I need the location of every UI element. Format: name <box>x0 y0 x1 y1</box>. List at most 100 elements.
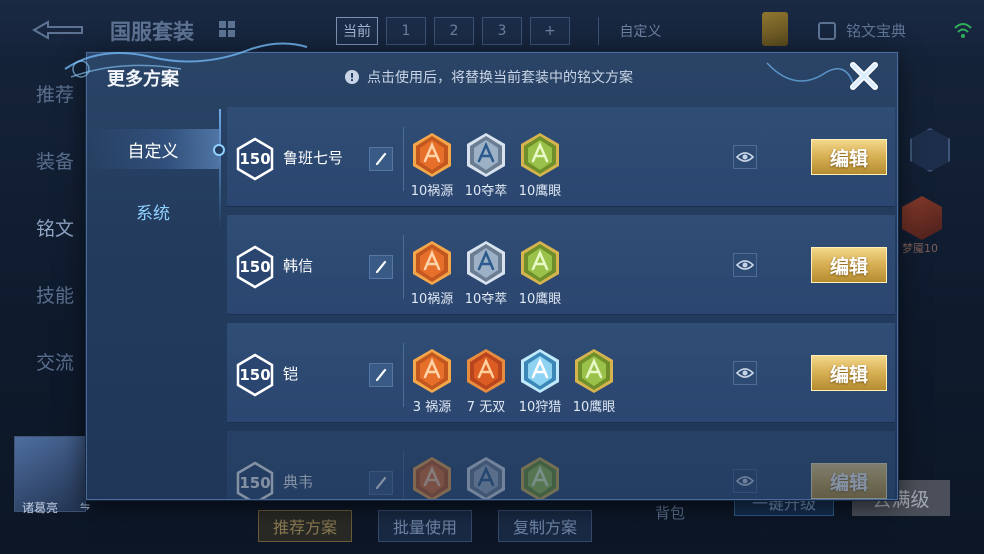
plan-row[interactable]: 150 典韦 编辑 <box>227 431 895 499</box>
tab-custom[interactable]: 自定义 <box>87 129 219 169</box>
plan-row[interactable]: 150 鲁班七号 10祸源 10夺萃 10鹰眼 编辑 <box>227 107 895 207</box>
plan-level: 150 <box>239 366 271 384</box>
row-divider <box>403 451 404 499</box>
rune-blue-icon <box>467 457 505 499</box>
plan-row[interactable]: 150 韩信 10祸源 10夺萃 10鹰眼 编辑 <box>227 215 895 315</box>
plan-name: 典韦 <box>283 473 314 491</box>
copy-plan-button[interactable]: 复制方案 <box>498 510 593 542</box>
rune-set: 10祸源 10夺萃 10鹰眼 <box>409 131 563 199</box>
rune-item[interactable]: 7 无双 <box>463 347 509 415</box>
plan-level: 150 <box>239 150 271 168</box>
plan-list[interactable]: 150 鲁班七号 10祸源 10夺萃 10鹰眼 编辑 150 韩信 10祸源 10夺萃 10鹰眼 编辑… <box>227 107 895 499</box>
bg-tab-3[interactable]: 3 <box>482 17 522 45</box>
rune-set: 10祸源 10夺萃 10鹰眼 <box>409 239 563 307</box>
row-divider <box>403 235 404 299</box>
edit-button[interactable]: 编辑 <box>811 355 887 391</box>
back-arrow-icon[interactable] <box>26 18 86 42</box>
rune-nightmare-label: 梦魇10 <box>902 242 938 255</box>
rune-set: 3 祸源 7 无双 10狩猎 10鹰眼 <box>409 347 617 415</box>
rune-green-icon <box>521 457 559 499</box>
bg-nav-equipment[interactable]: 装备 <box>36 147 74 174</box>
plan-category-nav: 自定义 系统 <box>87 109 227 493</box>
bg-nav-community[interactable]: 交流 <box>36 348 74 375</box>
rune-item[interactable]: 10祸源 <box>409 131 455 199</box>
rune-item[interactable]: 10鹰眼 <box>517 239 563 307</box>
row-divider <box>403 127 404 191</box>
swap-icon[interactable]: ⇋ <box>80 499 90 513</box>
bg-custom-tab[interactable]: 自定义 <box>598 17 682 45</box>
rune-item[interactable] <box>409 455 455 499</box>
tab-system[interactable]: 系统 <box>87 191 219 231</box>
recommend-plan-button[interactable]: 推荐方案 <box>258 510 353 542</box>
rune-label: 7 无双 <box>466 400 506 415</box>
rename-pencil-icon[interactable] <box>369 147 393 171</box>
rune-label: 10祸源 <box>410 292 454 307</box>
edit-button[interactable]: 编辑 <box>811 247 887 283</box>
rune-label: 10鹰眼 <box>518 292 562 307</box>
rune-label: 3 祸源 <box>412 400 452 415</box>
rune-label: 10鹰眼 <box>518 184 562 199</box>
bg-title: 国服套装 <box>110 20 194 44</box>
plan-name: 铠 <box>283 365 299 383</box>
plan-name: 鲁班七号 <box>283 149 344 167</box>
bg-tab-2[interactable]: 2 <box>434 17 474 45</box>
plan-name: 韩信 <box>283 257 314 275</box>
bg-nav-recommend[interactable]: 推荐 <box>36 80 74 107</box>
notice-text: 点击使用后，将替换当前套装中的铭文方案 <box>367 70 633 86</box>
rune-label: 10鹰眼 <box>572 400 616 415</box>
modal-title: 更多方案 <box>107 69 179 90</box>
preview-eye-icon[interactable] <box>733 361 757 385</box>
rename-pencil-icon[interactable] <box>369 363 393 387</box>
preview-eye-icon[interactable] <box>733 145 757 169</box>
rename-pencil-icon[interactable] <box>369 471 393 495</box>
rune-red-icon <box>413 133 451 177</box>
rune-item[interactable]: 10狩猎 <box>517 347 563 415</box>
rune-red2-icon <box>467 349 505 393</box>
rune-item[interactable]: 10夺萃 <box>463 131 509 199</box>
edit-button[interactable]: 编辑 <box>811 139 887 175</box>
bg-tabs: 当前 1 2 3 + <box>336 17 570 45</box>
rune-treasure-label: 铭文宝典 <box>846 22 907 40</box>
bg-nav-runes[interactable]: 铭文 <box>36 214 74 241</box>
hero-name: 诸葛亮 <box>22 501 59 515</box>
preview-eye-icon[interactable] <box>733 469 757 493</box>
bg-tab-current[interactable]: 当前 <box>336 17 378 45</box>
rune-item[interactable] <box>517 455 563 499</box>
rename-pencil-icon[interactable] <box>369 255 393 279</box>
rune-item[interactable]: 10夺萃 <box>463 239 509 307</box>
close-icon[interactable] <box>847 59 881 93</box>
rune-label: 10夺萃 <box>464 292 508 307</box>
rune-red-icon <box>413 349 451 393</box>
row-divider <box>403 343 404 407</box>
rune-item[interactable]: 10祸源 <box>409 239 455 307</box>
plan-level: 150 <box>239 474 271 492</box>
batch-use-button[interactable]: 批量使用 <box>378 510 473 542</box>
info-icon: ! <box>345 70 359 84</box>
bg-tab-add[interactable]: + <box>530 17 570 45</box>
rune-blue-icon <box>467 241 505 285</box>
rune-blue-icon <box>467 133 505 177</box>
rune-item[interactable]: 10鹰眼 <box>571 347 617 415</box>
rune-treasure-link[interactable]: 铭文宝典 <box>818 20 906 41</box>
rune-cyan-icon <box>521 349 559 393</box>
edit-button[interactable]: 编辑 <box>811 463 887 499</box>
decorative-swirl-right-icon <box>766 62 854 84</box>
bg-tab-1[interactable]: 1 <box>386 17 426 45</box>
rune-green-icon <box>521 133 559 177</box>
plan-row[interactable]: 150 铠 3 祸源 7 无双 10狩猎 10鹰眼 编辑 <box>227 323 895 423</box>
bg-left-nav: 推荐 装备 铭文 技能 交流 <box>36 80 74 375</box>
more-plans-modal: 更多方案 ! 点击使用后，将替换当前套装中的铭文方案 自定义 系统 150 鲁班七… <box>64 42 898 500</box>
preview-eye-icon[interactable] <box>733 253 757 277</box>
rune-item[interactable]: 10鹰眼 <box>517 131 563 199</box>
rune-book-icon[interactable] <box>762 12 788 46</box>
bag-label[interactable]: 背包 <box>655 502 685 523</box>
grid-icon[interactable] <box>218 20 236 38</box>
rune-item[interactable] <box>463 455 509 499</box>
bg-nav-skills[interactable]: 技能 <box>36 281 74 308</box>
rune-set <box>409 455 563 499</box>
wifi-signal-icon <box>954 23 972 38</box>
rune-item[interactable]: 3 祸源 <box>409 347 455 415</box>
treasure-icon <box>818 21 836 40</box>
nav-rail <box>219 109 221 229</box>
rune-red-icon <box>413 241 451 285</box>
